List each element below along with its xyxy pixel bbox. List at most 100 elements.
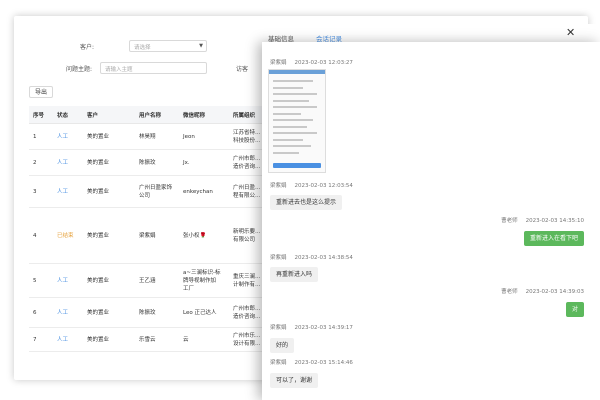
table-row[interactable]: 3 人工 美的置业 广州日盈家饰 公司 enkeychan 广州日盈… 程有限公… [29,175,287,208]
message-bubble: 重新进入在看下吧 [523,231,584,246]
cell-wechat: Jx. [179,149,229,176]
message-sender: 曹老师 [501,289,518,295]
chevron-down-icon: ▼ [199,43,203,49]
image-line [273,132,317,134]
message-meta: 梁紫娟 2023-02-03 15:14:46 [270,358,353,366]
message-image[interactable] [268,69,326,173]
message-sender: 梁紫娟 [270,360,287,366]
image-line [273,99,309,102]
cell-index: 1 [29,123,53,150]
cell-customer: 美的置业 [83,207,135,264]
message-sender: 梁紫娟 [270,255,287,261]
cell-wechat: enkeychan [179,175,229,208]
message-sender: 梁紫娟 [270,183,287,189]
cell-index: 6 [29,297,53,328]
cell-status[interactable]: 已结束 [53,207,83,264]
drawer-tabbar [253,24,600,44]
cell-wechat: Leo 正己达人 [179,297,229,328]
topic-filter-label: 问题主题: [66,66,93,73]
image-line [273,151,299,154]
message-time: 2023-02-03 14:38:54 [294,255,353,261]
message-sender: 梁紫娟 [270,325,287,331]
message-time: 2023-02-03 14:35:10 [525,218,584,224]
message-bubble: 对 [565,302,584,317]
session-table: 序号 状态 客户 用户名称 微信昵称 所属组织 1 人工 美的置业 林昊翔 Jeon 江苏… [29,106,287,352]
cell-status[interactable]: 人工 [53,149,83,176]
cell-status[interactable]: 人工 [53,123,83,150]
customer-select-placeholder: 请选择 [134,45,151,51]
message-time: 2023-02-03 15:14:46 [294,360,353,366]
image-line [273,125,307,128]
cell-status[interactable]: 人工 [53,263,83,298]
cell-wechat: Jeon [179,123,229,150]
message-time: 2023-02-03 14:39:03 [525,289,584,295]
message-time: 2023-02-03 14:39:17 [294,325,353,331]
message-sender: 曹老师 [501,218,518,224]
cell-wechat: 张小权🌹 [179,207,229,264]
image-line [273,119,313,121]
cell-customer: 美的置业 [83,327,135,352]
message-time: 2023-02-03 12:03:54 [294,183,353,189]
cell-wechat: a~三澜标识-标 牌导视制作加 工厂 [179,263,229,298]
table-row[interactable]: 2 人工 美的置业 陈振玟 Jx. 广州市郎… 造价咨询… [29,149,287,176]
image-line [273,106,317,108]
cell-user: 陈振玟 [135,149,179,176]
message-meta: 曹老师 2023-02-03 14:39:03 [501,287,584,295]
message-sender: 梁紫娟 [270,60,287,66]
cell-customer: 美的置业 [83,149,135,176]
col-header-index: 序号 [29,106,53,124]
col-header-customer: 客户 [83,106,135,124]
message-meta: 梁紫娟 2023-02-03 12:03:54 [270,181,353,189]
image-line [273,80,313,82]
col-header-wechat: 微信昵称 [179,106,229,124]
image-button [273,163,321,168]
table-row[interactable]: 5 人工 美的置业 王乙涵 a~三澜标识-标 牌导视制作加 工厂 重庆三澜… 计制作有… [29,263,287,298]
image-line [273,86,303,89]
cell-index: 3 [29,175,53,208]
cell-customer: 美的置业 [83,123,135,150]
cell-status[interactable]: 人工 [53,175,83,208]
cell-index: 5 [29,263,53,298]
cell-user: 林昊翔 [135,123,179,150]
message-meta: 梁紫娟 2023-02-03 12:03:27 [270,58,353,66]
message-bubble: 好的 [270,338,295,353]
topic-input[interactable]: 请输入主题 [100,62,207,74]
close-icon[interactable]: ✕ [566,26,575,39]
cell-customer: 美的置业 [83,263,135,298]
cell-user: 王乙涵 [135,263,179,298]
message-bubble: 可以了，谢谢 [270,373,319,388]
table-row[interactable]: 6 人工 美的置业 陈振玟 Leo 正己达人 广州市郎… 造价咨询… [29,297,287,328]
cell-user: 陈振玟 [135,297,179,328]
table-row[interactable]: 1 人工 美的置业 林昊翔 Jeon 江苏省特… 科技股份… [29,123,287,150]
cell-index: 7 [29,327,53,352]
cell-index: 2 [29,149,53,176]
visitor-filter-label: 访客 [236,66,249,73]
customer-filter-label: 客户: [80,44,95,51]
message-time: 2023-02-03 12:03:27 [294,60,353,66]
table-row[interactable]: 7 人工 美的置业 乐雪云云广州市乐… 设计有限… [29,327,287,352]
image-line [273,112,301,115]
customer-select[interactable]: 请选择 ▼ [129,40,207,52]
cell-index: 4 [29,207,53,264]
cell-user: 梁紫娟 [135,207,179,264]
cell-wechat: 云 [179,327,229,352]
export-button[interactable]: 导出 [29,86,53,98]
message-bubble: 再重新进入吗 [270,267,319,282]
topic-input-placeholder: 请输入主题 [105,67,133,73]
col-header-user: 用户名称 [135,106,179,124]
image-line [273,145,311,147]
cell-status[interactable]: 人工 [53,297,83,328]
table-header-row: 序号 状态 客户 用户名称 微信昵称 所属组织 [29,106,287,124]
cell-status[interactable]: 人工 [53,327,83,352]
message-bubble: 重新进去也是这么提示 [270,195,343,210]
image-header [269,70,325,74]
table-row[interactable]: 4 已结束 美的置业 梁紫娟 张小权🌹 新明乐要… 有限公司 [29,207,287,264]
message-meta: 曹老师 2023-02-03 14:35:10 [501,216,584,224]
message-meta: 梁紫娟 2023-02-03 14:39:17 [270,323,353,331]
image-line [273,93,317,95]
col-header-status: 状态 [53,106,83,124]
image-line [273,138,303,141]
cell-customer: 美的置业 [83,175,135,208]
message-meta: 梁紫娟 2023-02-03 14:38:54 [270,253,353,261]
cell-user: 广州日盈家饰 公司 [135,175,179,208]
